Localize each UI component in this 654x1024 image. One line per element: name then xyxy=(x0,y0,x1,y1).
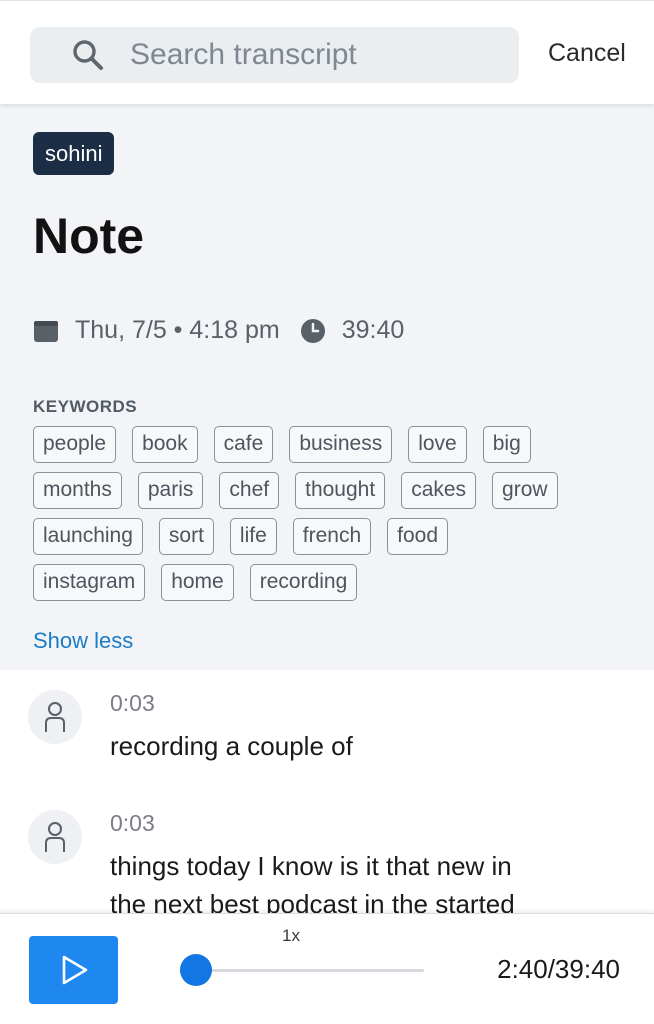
keyword-chip[interactable]: love xyxy=(408,426,467,463)
search-field[interactable] xyxy=(30,27,519,83)
playback-speed-button[interactable]: 1x xyxy=(282,926,300,946)
keyword-chip[interactable]: launching xyxy=(33,518,143,555)
keywords-label: KEYWORDS xyxy=(33,397,138,416)
keyword-chip[interactable]: sort xyxy=(158,518,214,555)
transcript-line: things today I know is it that new in xyxy=(110,851,512,881)
keyword-chip[interactable]: thought xyxy=(295,472,386,509)
cancel-button[interactable]: Cancel xyxy=(548,39,626,68)
clock-icon xyxy=(300,318,326,344)
keyword-chip[interactable]: cakes xyxy=(401,472,477,509)
keyword-chip[interactable]: paris xyxy=(137,472,204,509)
note-duration: 39:40 xyxy=(341,316,405,344)
keyword-chip[interactable]: food xyxy=(387,518,449,555)
keyword-row: months paris chef thought cakes grow xyxy=(33,472,633,518)
speaker-tag[interactable]: sohini xyxy=(33,132,115,175)
keyword-chip[interactable]: french xyxy=(292,518,372,555)
keyword-chip[interactable]: book xyxy=(132,426,198,463)
speaker-avatar[interactable] xyxy=(28,690,82,744)
seek-bar[interactable] xyxy=(180,969,424,972)
keyword-chip[interactable]: life xyxy=(229,518,277,555)
transcript-line: recording a couple of xyxy=(110,731,353,761)
keyword-list: people book cafe business love big months paris… xyxy=(33,426,633,610)
keyword-chip[interactable]: grow xyxy=(492,472,558,509)
keyword-row: people book cafe business love big xyxy=(33,426,633,472)
transcript-entry: 0:03 recording a couple of xyxy=(0,670,654,790)
keyword-row: launching sort life french food xyxy=(33,518,633,564)
person-icon xyxy=(45,822,65,852)
play-button[interactable] xyxy=(29,936,118,1004)
transcript-line: the next best podcast in the started xyxy=(110,889,515,913)
keyword-row: instagram home recording xyxy=(33,564,633,610)
keyword-chip[interactable]: instagram xyxy=(33,564,146,601)
keyword-chip[interactable]: home xyxy=(161,564,234,601)
timestamp[interactable]: 0:03 xyxy=(110,690,155,717)
show-less-link[interactable]: Show less xyxy=(33,628,133,654)
speaker-avatar[interactable] xyxy=(28,810,82,864)
playback-time: 2:40/39:40 xyxy=(497,954,620,984)
page-title: Note xyxy=(33,208,145,264)
search-bar: Cancel xyxy=(0,0,654,104)
play-icon xyxy=(62,955,87,985)
timestamp[interactable]: 0:03 xyxy=(110,810,155,837)
note-meta: Thu, 7/5 • 4:18 pm 39:40 xyxy=(33,316,404,345)
keyword-chip[interactable]: cafe xyxy=(213,426,274,463)
note-date: Thu, 7/5 • 4:18 pm xyxy=(75,316,280,344)
person-icon xyxy=(45,702,65,732)
keyword-chip[interactable]: big xyxy=(482,426,531,463)
calendar-icon xyxy=(33,318,59,344)
seek-handle[interactable] xyxy=(180,954,213,986)
keyword-chip[interactable]: months xyxy=(33,472,122,509)
note-header: sohini Note Thu, 7/5 • 4:18 pm 39:40 KEY… xyxy=(0,104,654,670)
keyword-chip[interactable]: people xyxy=(33,426,117,463)
keyword-chip[interactable]: recording xyxy=(249,564,358,601)
search-icon xyxy=(68,35,108,75)
transcript-entry: 0:03 things today I know is it that new … xyxy=(0,790,654,913)
search-input[interactable] xyxy=(130,38,490,72)
audio-player: 1x 2:40/39:40 xyxy=(0,913,654,1024)
keyword-chip[interactable]: chef xyxy=(219,472,280,509)
keyword-chip[interactable]: business xyxy=(289,426,393,463)
